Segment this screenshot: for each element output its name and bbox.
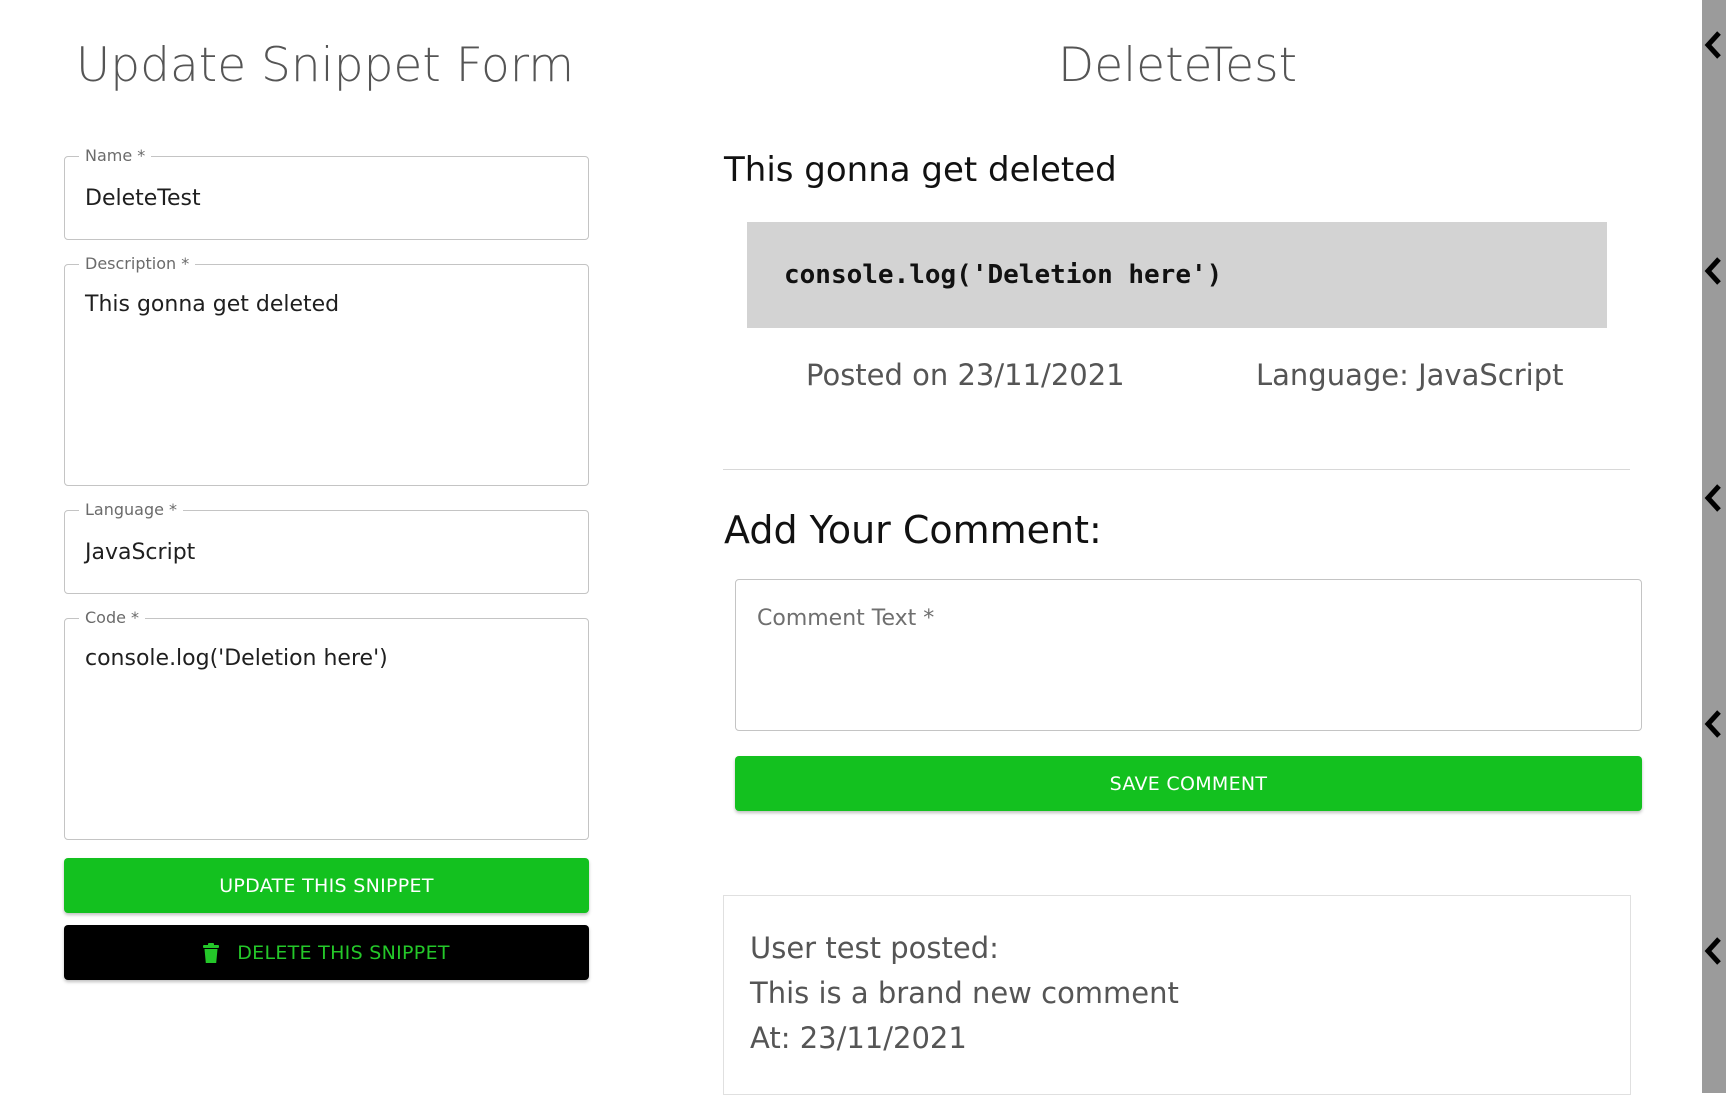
code-field[interactable]: Code * console.log('Deletion here') (64, 608, 589, 840)
language-field-label: Language * (79, 500, 184, 519)
code-field-value[interactable]: console.log('Deletion here') (85, 646, 388, 671)
comment-date: At: 23/11/2021 (750, 1021, 967, 1055)
delete-snippet-button[interactable]: DELETE THIS SNIPPET (64, 925, 589, 980)
name-field[interactable]: Name * DeleteTest (64, 146, 589, 240)
snippet-code: console.log('Deletion here') (784, 260, 1223, 290)
name-field-label: Name * (79, 146, 152, 165)
code-field-label: Code * (79, 608, 146, 627)
update-snippet-button[interactable]: UPDATE THIS SNIPPET (64, 858, 589, 913)
name-field-value[interactable]: DeleteTest (85, 186, 201, 211)
right-edge-scroll-strip (1702, 0, 1726, 1093)
save-comment-button[interactable]: SAVE COMMENT (735, 756, 1642, 811)
comment-card: User test posted: This is a brand new co… (723, 895, 1631, 1095)
add-comment-heading: Add Your Comment: (724, 508, 1102, 552)
description-field-label: Description * (79, 254, 196, 273)
snippet-description: This gonna get deleted (724, 150, 1117, 190)
language-field-value[interactable]: JavaScript (85, 540, 195, 565)
update-form-title: Update Snippet Form (75, 38, 575, 93)
divider (723, 469, 1630, 470)
snippet-language: Language: JavaScript (1256, 358, 1564, 392)
chevron-left-icon[interactable] (1704, 256, 1722, 286)
snippet-title: DeleteTest (1058, 38, 1297, 93)
comment-text: This is a brand new comment (750, 976, 1179, 1010)
description-field-value[interactable]: This gonna get deleted (85, 292, 339, 317)
posted-date: Posted on 23/11/2021 (806, 358, 1125, 392)
comment-text-input[interactable]: Comment Text * (735, 579, 1642, 731)
update-snippet-button-label: UPDATE THIS SNIPPET (219, 874, 434, 897)
delete-snippet-button-label: DELETE THIS SNIPPET (237, 941, 450, 964)
chevron-left-icon[interactable] (1704, 30, 1722, 60)
comment-author: User test posted: (750, 931, 999, 965)
description-field[interactable]: Description * This gonna get deleted (64, 254, 589, 486)
save-comment-button-label: SAVE COMMENT (1109, 772, 1268, 795)
chevron-left-icon[interactable] (1704, 936, 1722, 966)
snippet-code-block: console.log('Deletion here') (747, 222, 1607, 328)
chevron-left-icon[interactable] (1704, 483, 1722, 513)
trash-icon (203, 942, 220, 963)
comment-text-placeholder: Comment Text * (757, 606, 935, 631)
language-field[interactable]: Language * JavaScript (64, 500, 589, 594)
chevron-left-icon[interactable] (1704, 709, 1722, 739)
